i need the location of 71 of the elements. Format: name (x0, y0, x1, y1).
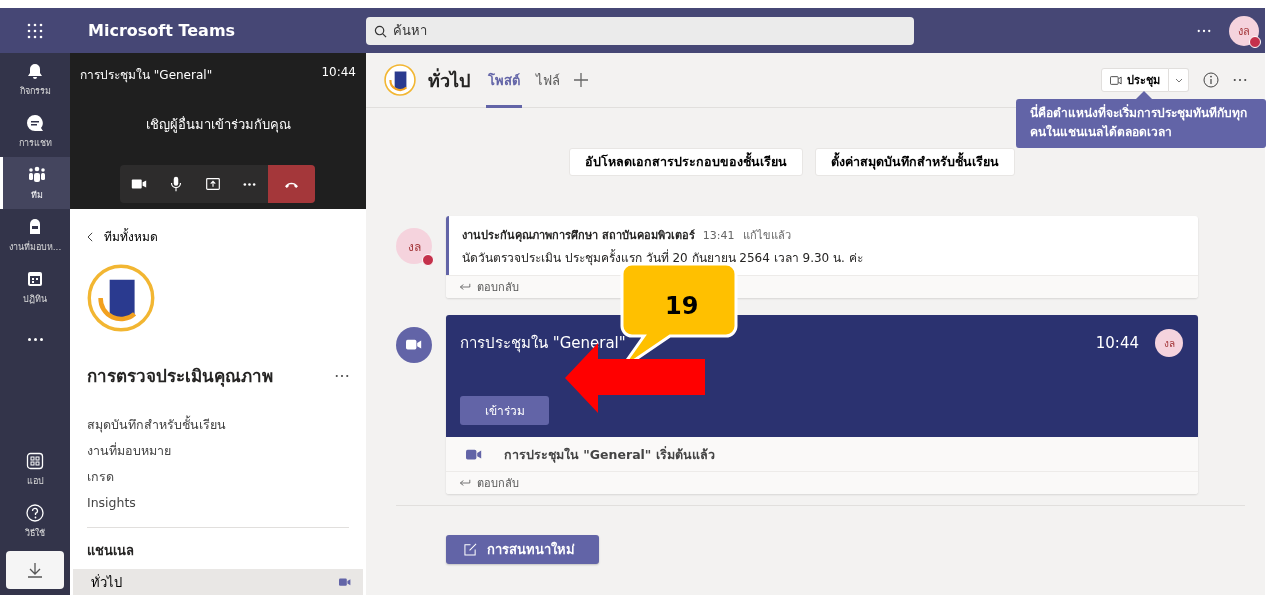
team-menu-item[interactable]: Insights (87, 493, 349, 511)
reply-button[interactable]: ตอบกลับ (459, 278, 519, 296)
help-icon (25, 502, 45, 523)
rail-item[interactable]: การแชท (0, 105, 70, 157)
add-tab-icon[interactable] (574, 73, 588, 87)
callout-number: 19 (665, 292, 699, 320)
message-text: นัดวันตรวจประเมิน ประชุมครั้งแรก วันที่ 20 กันยายน 2564 เวลา 9.30 น. ค่ะ (462, 248, 864, 267)
edited-label: แก้ไขแล้ว (742, 228, 791, 244)
app-launcher-icon[interactable] (27, 22, 43, 39)
info-icon[interactable] (1203, 72, 1219, 88)
author-name: งานประกันคุณภาพการศึกษา สถาบันคอมพิวเตอร์ (462, 228, 695, 244)
team-menu-item[interactable]: เกรด (87, 467, 349, 485)
team-name: การตรวจประเมินคุณภาพ (87, 365, 273, 389)
people-icon (26, 164, 47, 185)
video-camera-icon (406, 339, 422, 351)
meeting-time: 10:44 (321, 65, 356, 81)
rail-item[interactable]: งานที่มอบห... (0, 209, 70, 261)
channels-heading: แชนเนล (87, 542, 135, 560)
reply-arrow-icon (459, 479, 471, 487)
more-icon (243, 182, 256, 186)
download-icon (25, 560, 45, 580)
tooltip: นี่คือตำแหน่งที่จะเริ่มการประชุมทันทีกับทุกคนในแชนเนลได้ตลอดเวลา (1016, 91, 1266, 148)
search-icon (374, 24, 387, 38)
reply-arrow-icon (459, 283, 471, 291)
rail-item[interactable]: กิจกรรม (0, 53, 70, 105)
phone-hang-up-icon (285, 180, 298, 188)
reply-button[interactable]: ตอบกลับ (459, 474, 519, 492)
tab[interactable]: ไฟล์ (534, 52, 562, 108)
team-logo (384, 64, 416, 96)
channel-name: ทั่วไป (428, 67, 470, 93)
rail-item[interactable]: ทีม (0, 157, 70, 209)
channel-item[interactable]: ทั่วไป (73, 569, 363, 595)
chat-icon (25, 112, 45, 133)
rail-item[interactable]: ปฏิทิน (0, 261, 70, 313)
download-button[interactable] (6, 551, 64, 589)
video-camera-icon (466, 449, 482, 461)
new-conversation-button[interactable]: การสนทนาใหม่ (446, 535, 599, 564)
meeting-time: 10:44 (1095, 334, 1139, 352)
rail-item[interactable]: แอป (0, 443, 70, 495)
meeting-title: การประชุมใน "General" (80, 67, 213, 84)
message-time: 13:41 (702, 229, 735, 242)
chevron-down-icon (1174, 77, 1183, 83)
apps-icon (25, 450, 45, 471)
team-menu-item[interactable]: สมุดบันทึกสำหรับชั้นเรียน (87, 415, 349, 433)
more-icon[interactable] (335, 373, 349, 378)
app-title: Microsoft Teams (87, 21, 237, 40)
meeting-title: การประชุมใน "General" (460, 333, 626, 355)
search-field[interactable]: ค้นหา (366, 16, 914, 45)
team-logo (87, 264, 155, 332)
pinned-button[interactable]: อัปโหลดเอกสารประกอบของชั้นเรียน (569, 148, 803, 176)
more-icon (27, 337, 43, 341)
more-icon[interactable] (1233, 78, 1247, 82)
tab[interactable]: โพสต์ (486, 52, 522, 108)
share-screen-icon (203, 175, 222, 193)
user-avatar[interactable]: งล (1229, 15, 1259, 46)
rail-item[interactable]: วิธีใช้ (0, 495, 70, 547)
meeting-started-text: การประชุมใน "General" เริ่มต้นแล้ว (504, 445, 715, 465)
user-avatar[interactable]: งล (1155, 329, 1183, 357)
pinned-button[interactable]: ตั้งค่าสมุดบันทึกสำหรับชั้นเรียน (815, 148, 1015, 176)
chevron-left-icon (87, 231, 94, 242)
join-button[interactable]: เข้าร่วม (460, 396, 549, 425)
compose-icon (464, 543, 477, 556)
video-camera-icon (1110, 75, 1122, 85)
meet-button[interactable]: ประชุม (1101, 68, 1169, 92)
more-icon[interactable] (1197, 28, 1211, 33)
video-camera-icon (339, 578, 351, 587)
tooltip-pointer-icon (1136, 91, 1152, 99)
back-link[interactable]: ทีมทั้งหมด (87, 227, 349, 246)
user-avatar[interactable]: งล (396, 228, 432, 264)
team-menu-item[interactable]: งานที่มอบหมาย (87, 441, 349, 459)
invite-text: เชิญผู้อื่นมาเข้าร่วมกับคุณ (144, 115, 292, 135)
